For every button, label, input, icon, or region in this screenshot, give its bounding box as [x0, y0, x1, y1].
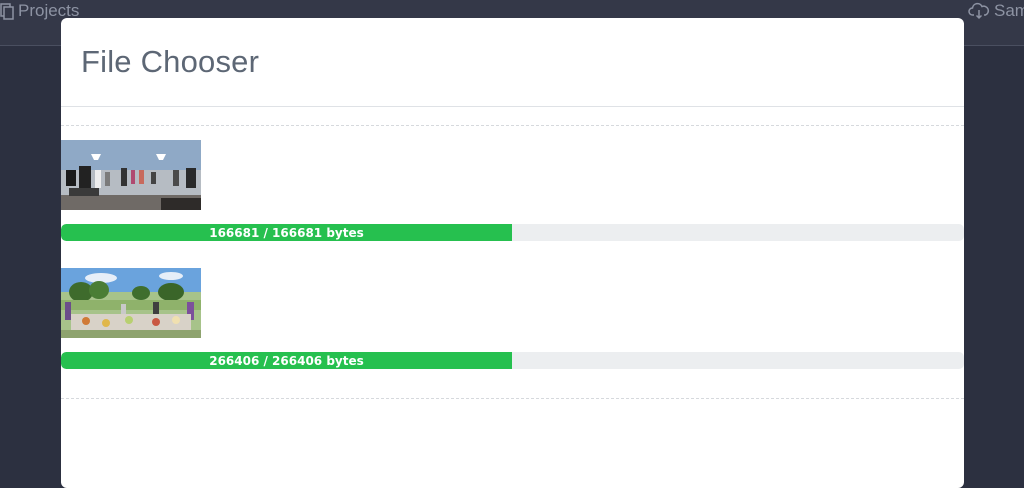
- upload-progress-bar: 266406 / 266406 bytes: [61, 352, 964, 369]
- nav-right-link[interactable]: Sam: [968, 0, 1024, 22]
- outdoor-panorama-thumbnail: [61, 268, 201, 338]
- modal-title: File Chooser: [81, 44, 260, 79]
- file-item: 266406 / 266406 bytes: [61, 268, 964, 369]
- modal-header: File Chooser: [61, 18, 964, 107]
- indoor-panorama-thumbnail: [61, 140, 201, 210]
- cloud-download-icon: [968, 2, 990, 20]
- upload-progress-bar: 166681 / 166681 bytes: [61, 224, 964, 241]
- file-chooser-modal: File Chooser 166681 / 166681 bytes 26640…: [61, 18, 964, 488]
- nav-right-label: Sam: [994, 1, 1024, 20]
- upload-progress-label: 166681 / 166681 bytes: [209, 225, 364, 240]
- upload-progress-label: 266406 / 266406 bytes: [209, 353, 364, 368]
- file-dropzone[interactable]: 166681 / 166681 bytes 266406 / 266406 by…: [61, 125, 964, 399]
- file-item: 166681 / 166681 bytes: [61, 140, 964, 241]
- copy-icon: [0, 3, 14, 20]
